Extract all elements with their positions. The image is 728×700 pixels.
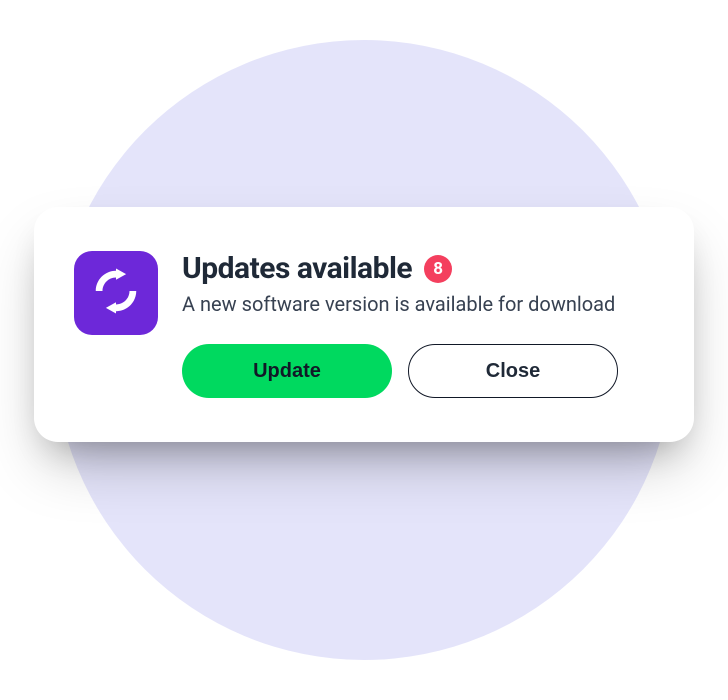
close-button[interactable]: Close	[408, 344, 618, 398]
update-button[interactable]: Update	[182, 344, 392, 398]
dialog-content: Updates available 8 A new software versi…	[182, 251, 654, 398]
dialog-title: Updates available	[182, 251, 412, 286]
dialog-subtitle: A new software version is available for …	[182, 292, 654, 316]
dialog-icon-container	[74, 251, 158, 335]
dialog-title-row: Updates available 8	[182, 251, 654, 286]
sync-arrows-icon	[89, 264, 143, 322]
dialog-button-row: Update Close	[182, 344, 654, 398]
update-dialog: Updates available 8 A new software versi…	[34, 207, 694, 442]
update-count-badge: 8	[424, 255, 452, 283]
